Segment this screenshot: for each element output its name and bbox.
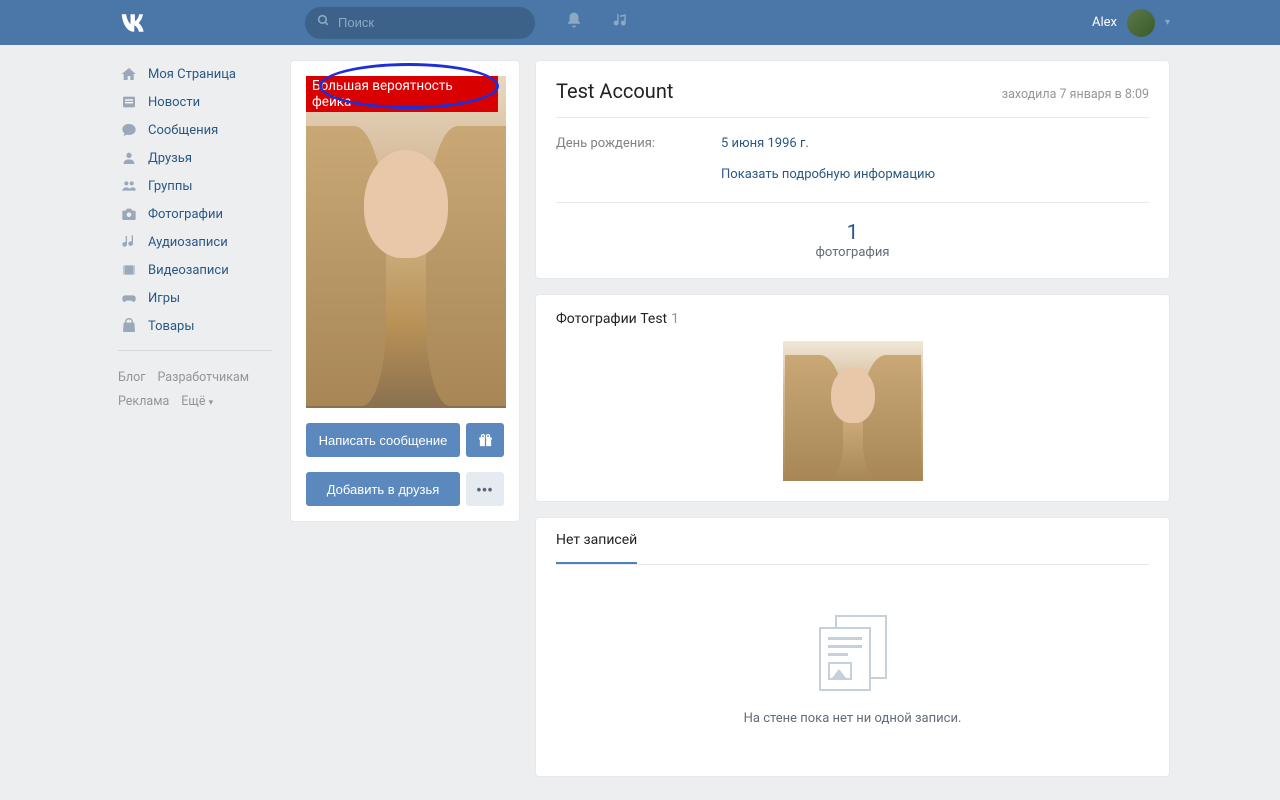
show-more-info[interactable]: Показать подробную информацию [721, 167, 935, 182]
photo-thumbnail[interactable] [783, 341, 923, 481]
footer-blog[interactable]: Блог [118, 370, 145, 385]
music-icon[interactable] [613, 12, 630, 34]
news-icon [118, 94, 140, 110]
nav-label: Фотографии [148, 207, 223, 222]
counter-label: фотография [556, 245, 1149, 260]
wall-tab-empty[interactable]: Нет записей [556, 532, 637, 564]
nav-photos[interactable]: Фотографии [110, 200, 280, 228]
nav-video[interactable]: Видеозаписи [110, 256, 280, 284]
search-box[interactable] [305, 7, 535, 39]
footer-dev[interactable]: Разработчикам [157, 370, 249, 385]
nav-label: Видеозаписи [148, 263, 229, 278]
notifications-icon[interactable] [565, 11, 583, 34]
nav-label: Моя Страница [148, 67, 236, 82]
chevron-down-icon: ▾ [1165, 17, 1170, 28]
photos-card: Фотографии Test1 [535, 294, 1170, 502]
footer-ads[interactable]: Реклама [118, 394, 169, 409]
nav-news[interactable]: Новости [110, 88, 280, 116]
vk-logo[interactable] [110, 8, 295, 38]
footer-links: Блог Разработчикам Реклама Ещё ▾ [110, 361, 280, 419]
photo-counter[interactable]: 1 фотография [556, 202, 1149, 260]
last-seen: заходила 7 января в 8:09 [1002, 87, 1149, 102]
friends-icon [118, 150, 140, 166]
gamepad-icon [118, 290, 140, 306]
sidebar: Моя Страница Новости Сообщения Друзья Гр… [110, 60, 290, 792]
search-icon [317, 14, 330, 31]
video-icon [118, 262, 140, 278]
info-card: Test Account заходила 7 января в 8:09 Де… [535, 60, 1170, 279]
audio-icon [118, 234, 140, 250]
nav-label: Товары [148, 319, 194, 334]
profile-photo[interactable] [306, 76, 506, 408]
fake-warning-banner: Большая вероятность фейка [306, 76, 498, 112]
add-friend-button[interactable]: Добавить в друзья [306, 472, 460, 506]
send-message-button[interactable]: Написать сообщение [306, 423, 460, 457]
groups-icon [118, 178, 140, 194]
nav-label: Сообщения [148, 123, 218, 138]
nav-games[interactable]: Игры [110, 284, 280, 312]
photos-title[interactable]: Фотографии Test1 [556, 311, 1149, 327]
profile-card: Большая вероятность фейка Написать сообщ… [290, 60, 520, 522]
nav-label: Игры [148, 291, 180, 306]
camera-icon [118, 206, 140, 222]
more-actions-button[interactable]: ••• [466, 472, 504, 506]
photos-count: 1 [671, 311, 679, 327]
chevron-down-icon: ▾ [209, 398, 214, 408]
bday-value[interactable]: 5 июня 1996 г. [721, 136, 809, 151]
counter-number: 1 [556, 221, 1149, 245]
bag-icon [118, 318, 140, 334]
nav-label: Новости [148, 95, 200, 110]
search-input[interactable] [338, 15, 523, 30]
header: Alex ▾ [0, 0, 1280, 45]
user-menu[interactable]: Alex ▾ [1092, 9, 1170, 37]
send-gift-button[interactable] [466, 423, 504, 457]
wall-card: Нет записей На стене пока нет ни одной з… [535, 517, 1170, 777]
nav-messages[interactable]: Сообщения [110, 116, 280, 144]
message-icon [118, 122, 140, 138]
nav-groups[interactable]: Группы [110, 172, 280, 200]
home-icon [118, 66, 140, 82]
user-name: Alex [1092, 15, 1117, 30]
avatar [1127, 9, 1155, 37]
footer-more[interactable]: Ещё ▾ [181, 394, 213, 409]
separator [118, 350, 272, 351]
nav-my-page[interactable]: Моя Страница [110, 60, 280, 88]
profile-name: Test Account [556, 79, 673, 103]
bday-label: День рождения: [556, 136, 721, 151]
nav-audio[interactable]: Аудиозаписи [110, 228, 280, 256]
empty-wall-icon [819, 615, 887, 691]
empty-wall-text: На стене пока нет ни одной записи. [556, 711, 1149, 726]
nav-label: Друзья [148, 151, 192, 166]
nav-market[interactable]: Товары [110, 312, 280, 340]
nav-friends[interactable]: Друзья [110, 144, 280, 172]
nav-label: Группы [148, 179, 192, 194]
nav-label: Аудиозаписи [148, 235, 228, 250]
